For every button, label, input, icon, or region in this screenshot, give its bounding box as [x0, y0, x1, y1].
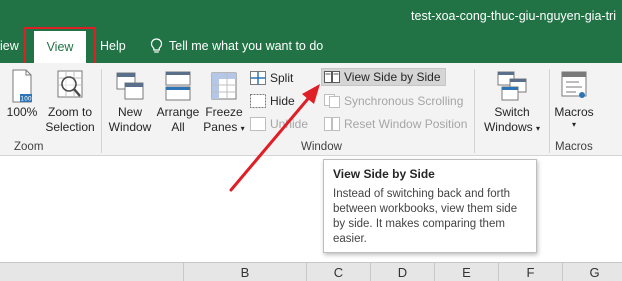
column-header-f[interactable]: F	[498, 263, 562, 281]
unhide-window-icon	[250, 117, 266, 131]
window-group-label: Window	[301, 141, 342, 153]
tab-help[interactable]: Help	[100, 39, 126, 53]
switch-windows-label-1: Switch	[494, 105, 530, 119]
group-separator	[101, 69, 102, 153]
zoom-to-selection-label-1: Zoom to	[47, 105, 92, 119]
macros-icon	[561, 71, 587, 98]
view-side-by-side-button[interactable]: View Side by Side	[321, 68, 446, 86]
zoom-100-label: 100%	[6, 105, 38, 119]
zoom-to-selection-label-2: Selection	[45, 120, 95, 134]
tooltip-line: Instead of switching back and forth	[333, 188, 511, 200]
tell-me-label: Tell me what you want to do	[169, 39, 324, 53]
chevron-down-icon: ▾	[240, 124, 245, 133]
hide-window-icon	[250, 94, 266, 108]
new-window-label-2: Window	[108, 120, 152, 134]
tooltip-line: easier.	[333, 233, 367, 245]
new-window-label-1: New	[117, 105, 142, 119]
freeze-panes-icon	[211, 72, 237, 100]
arrange-all-label-2: All	[171, 120, 185, 134]
switch-windows-label-2: Windows ▾	[478, 120, 546, 136]
tooltip-line: by side. It makes comparing them	[333, 218, 505, 230]
lightbulb-icon	[150, 38, 163, 53]
group-separator	[549, 69, 550, 153]
reset-window-position-button[interactable]: Reset Window Position	[324, 117, 467, 131]
reset-window-position-icon	[324, 117, 340, 131]
arrange-all-button[interactable]: Arrange All	[155, 69, 201, 135]
tooltip-body: Instead of switching back and forth betw…	[333, 187, 527, 247]
tab-review[interactable]: iew	[0, 39, 19, 53]
zoom-100-button[interactable]: 100 100%	[4, 69, 40, 120]
hide-button[interactable]: Hide	[250, 94, 295, 108]
freeze-panes-label-1: Freeze	[205, 105, 243, 119]
view-side-by-side-label: View Side by Side	[344, 70, 441, 84]
macros-button[interactable]: Macros ▾	[551, 69, 597, 130]
freeze-panes-label-2: Panes ▾	[203, 120, 245, 136]
freeze-panes-button[interactable]: Freeze Panes ▾	[203, 69, 245, 136]
column-header-g[interactable]: G	[562, 263, 622, 281]
tell-me-search[interactable]: Tell me what you want to do	[150, 38, 323, 54]
view-side-by-side-tooltip: View Side by Side Instead of switching b…	[323, 159, 537, 253]
column-header-d[interactable]: D	[370, 263, 434, 281]
tooltip-line: between workbooks, view them side	[333, 203, 518, 215]
tooltip-title: View Side by Side	[333, 167, 435, 181]
hide-label: Hide	[270, 94, 295, 108]
split-label: Split	[270, 71, 294, 85]
zoom-to-selection-button[interactable]: Zoom to Selection	[42, 69, 98, 135]
freeze-panes-label-text: Panes	[203, 120, 238, 134]
chevron-down-icon: ▾	[571, 120, 576, 129]
unhide-label: Unhide	[270, 117, 309, 131]
arrange-all-icon	[165, 71, 191, 101]
synchronous-scrolling-label: Synchronous Scrolling	[344, 94, 464, 108]
view-side-by-side-icon	[324, 71, 340, 83]
synchronous-scrolling-icon	[324, 94, 340, 108]
chevron-down-icon: ▾	[536, 124, 541, 133]
switch-windows-button[interactable]: Switch Windows ▾	[478, 69, 546, 136]
macros-group-label: Macros	[555, 141, 593, 153]
macros-button-label: Macros	[554, 105, 594, 119]
arrange-all-label-1: Arrange	[156, 105, 200, 119]
column-header-bar: B C D E F G	[0, 262, 622, 281]
view-tab-highlight-box	[24, 27, 96, 66]
column-header-c[interactable]: C	[306, 263, 370, 281]
zoom-to-selection-icon	[57, 70, 83, 98]
synchronous-scrolling-button[interactable]: Synchronous Scrolling	[324, 94, 463, 108]
column-header-b[interactable]: B	[183, 263, 306, 281]
document-title: test-xoa-cong-thuc-giu-nguyen-gia-tri	[411, 9, 616, 23]
new-window-icon	[116, 72, 144, 100]
group-separator	[474, 69, 475, 153]
zoom-100-icon: 100	[12, 69, 32, 103]
new-window-button[interactable]: New Window	[104, 69, 156, 135]
split-button[interactable]: Split	[250, 71, 293, 85]
ribbon: 100 100% Zoom to Selection Zoom New Wind…	[0, 63, 622, 156]
switch-windows-icon	[497, 71, 527, 101]
split-icon	[250, 71, 266, 85]
svg-text:100: 100	[20, 96, 32, 103]
unhide-button[interactable]: Unhide	[250, 117, 308, 131]
switch-windows-label-text: Windows	[483, 120, 533, 134]
reset-window-position-label: Reset Window Position	[344, 117, 468, 131]
zoom-group-label: Zoom	[14, 141, 44, 153]
column-header-e[interactable]: E	[434, 263, 498, 281]
